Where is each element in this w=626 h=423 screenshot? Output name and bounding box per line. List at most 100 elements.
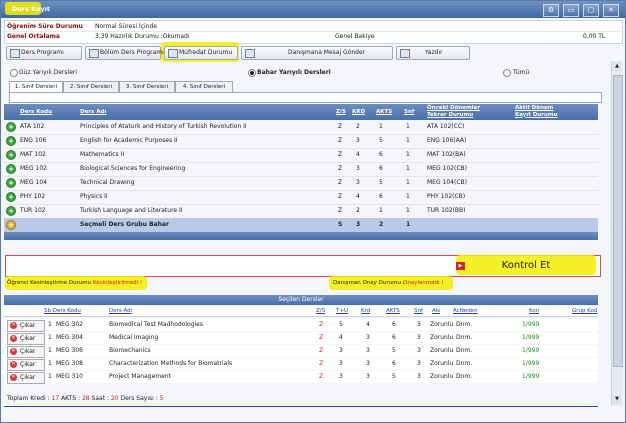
course-code: MAT 102 (20, 151, 46, 158)
course-snf: 1 (406, 151, 410, 158)
cikar-button[interactable]: ✕ Çıkar (7, 346, 45, 358)
course-zs: Z (319, 334, 324, 341)
elective-krd: 3 (356, 221, 361, 228)
bolum-ders-programi-button[interactable]: Bölüm Ders Programı (85, 46, 164, 60)
course-code: MEG 102 (20, 165, 47, 172)
calendar-icon (10, 49, 20, 58)
add-icon[interactable]: + (6, 192, 16, 202)
scroll-down-icon[interactable]: ▼ (613, 395, 621, 404)
sb: 1 (48, 373, 52, 380)
col-zs[interactable]: Z/S (336, 109, 346, 115)
col-akts[interactable]: AKTS (386, 308, 400, 314)
bahar-radio[interactable] (248, 69, 256, 77)
course-code: MEG 310 (56, 373, 83, 380)
col-als[interactable]: Als (432, 308, 440, 314)
akts-value: 28 (81, 395, 90, 402)
col-snf[interactable]: Snf (414, 308, 423, 314)
tab-sinif-3[interactable]: 3. Sınıf Dersleri (119, 81, 175, 92)
course-zs: Z (338, 193, 343, 200)
col-tu[interactable]: T+U (336, 308, 348, 314)
cikar-label: Çıkar (20, 335, 36, 342)
selected-row: ✕ Çıkar 1 MEG 310 Project Management Z 3 … (4, 371, 598, 384)
col-krd[interactable]: Krd (361, 308, 370, 314)
table-row: + MEG 104 Technical Drawing Z 3 5 1 MEG … (4, 176, 598, 191)
course-als: Zorunlu (430, 334, 454, 341)
course-tekrar: ATA 102(CC) (427, 123, 465, 130)
kontrol-et-button[interactable]: Kontrol Et (463, 257, 589, 274)
tab-sinif-4[interactable]: 4. Sınıf Dersleri (175, 81, 233, 92)
minimize-icon[interactable]: ▭ (563, 4, 579, 17)
cikar-button[interactable]: ✕ Çıkar (7, 359, 45, 371)
course-krd: 4 (356, 193, 360, 200)
course-name: Medical Imaging (109, 334, 159, 341)
col-grup-kod[interactable]: Grup Kod (572, 308, 597, 314)
tab-sinif-1[interactable]: 1. Sınıf Dersleri (9, 81, 63, 92)
saat-label: Saat : (91, 395, 109, 402)
tumu-radio[interactable] (503, 69, 511, 77)
add-icon[interactable]: + (6, 122, 16, 132)
col-krd[interactable]: KRD (352, 109, 365, 115)
col-sb-ders-kodu[interactable]: Sb.Ders Kodu (44, 308, 81, 314)
course-zs: Z (338, 137, 343, 144)
course-snf: 1 (406, 137, 410, 144)
status-label: Öğrenim Süre Durumu (7, 23, 83, 30)
sb: 1 (48, 321, 52, 328)
settings-icon[interactable]: ⚙ (543, 4, 559, 17)
close-icon[interactable]: ✕ (603, 4, 619, 17)
col-kon[interactable]: Kon (529, 308, 539, 314)
course-snf: 3 (417, 360, 421, 367)
col-snf[interactable]: Snf (404, 109, 414, 115)
add-icon[interactable]: + (6, 150, 16, 160)
sb: 1 (48, 347, 52, 354)
col-akts[interactable]: AKTS (376, 109, 392, 115)
col-onceki-donem: Önceki Dönemler Tekrar Durumu (427, 105, 481, 118)
col-zs[interactable]: Z/S (316, 308, 325, 314)
course-name: Physics II (80, 193, 108, 200)
window-title: Ders Kayıt (12, 5, 50, 13)
col-ders-kodu[interactable]: Ders Kodu (20, 109, 52, 115)
course-name: Project Management (109, 373, 171, 380)
maximize-icon[interactable]: ▢ (583, 4, 599, 17)
cikar-button[interactable]: ✕ Çıkar (7, 372, 45, 384)
course-snf: 1 (406, 193, 410, 200)
course-krd: 3 (366, 373, 370, 380)
yazdir-button[interactable]: Yazdır (396, 46, 470, 60)
tab-sinif-2[interactable]: 2. Sınıf Dersleri (63, 81, 119, 92)
remove-icon: ✕ (10, 361, 17, 368)
course-tu: 3 (339, 373, 343, 380)
danisman-mesaj-button[interactable]: Danışmana Mesaj Gönder (241, 46, 393, 60)
elective-row[interactable]: + Seçmeli Ders Grubu Bahar S 3 2 1 (4, 218, 598, 233)
table-row: + ATA 102 Principles of Ataturk and Hist… (4, 120, 598, 135)
danisman-value: Onaylanmadı ! (403, 280, 444, 286)
vertical-scrollbar[interactable]: ▲ ▼ (611, 61, 623, 406)
guz-radio[interactable] (10, 69, 18, 77)
danisman-label: Danışman Onay Durumu : (333, 280, 405, 286)
add-icon[interactable]: + (6, 220, 16, 230)
course-tu: 4 (339, 334, 343, 341)
sb: 1 (48, 334, 52, 341)
col-ders-adi[interactable]: Ders Adı (109, 308, 132, 314)
add-icon[interactable]: + (6, 164, 16, 174)
akts-label: AKTS : (61, 395, 81, 402)
cikar-button[interactable]: ✕ Çıkar (7, 320, 45, 332)
mufredat-durumu-button[interactable]: Müfredat Durumu (164, 46, 238, 60)
col-ders-adi[interactable]: Ders Adı (80, 109, 106, 115)
scroll-thumb[interactable] (613, 75, 623, 367)
course-zs: Z (338, 165, 343, 172)
col-acneden[interactable]: AcNeden (453, 308, 478, 314)
scroll-up-icon[interactable]: ▲ (613, 62, 621, 71)
course-snf: 1 (406, 207, 410, 214)
course-acneden: Dnm. (456, 321, 473, 328)
balance-label: Genel Bakiye (335, 33, 375, 40)
course-name: Characterization Methods for Biomatrials (109, 360, 233, 367)
course-name: Turkish Language and Literature II (80, 207, 183, 214)
bahar-label: Bahar Yarıyılı Dersleri (257, 69, 331, 76)
course-tu: 3 (339, 347, 343, 354)
cikar-button[interactable]: ✕ Çıkar (7, 333, 45, 345)
ders-value: 5 (159, 395, 164, 402)
table-row: + TUR 102 Turkish Language and Literatur… (4, 204, 598, 219)
add-icon[interactable]: + (6, 178, 16, 188)
ders-programi-button[interactable]: Ders Programı (6, 46, 82, 60)
add-icon[interactable]: + (6, 136, 16, 146)
add-icon[interactable]: + (6, 206, 16, 216)
